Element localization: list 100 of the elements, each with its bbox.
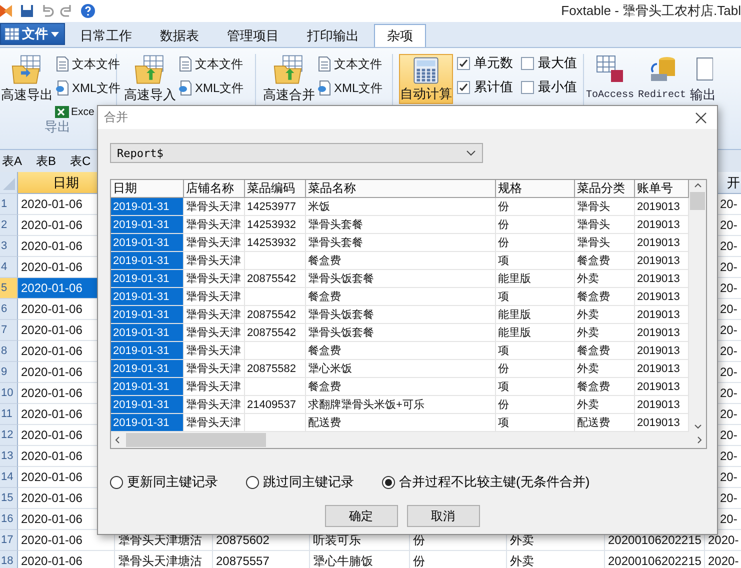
- table-cell: 犟骨头: [575, 216, 635, 234]
- column-header[interactable]: 店铺名称: [184, 180, 245, 198]
- table-cell: 2019013: [635, 360, 689, 378]
- table-cell: 份: [496, 216, 575, 234]
- scroll-thumb[interactable]: [126, 433, 266, 447]
- undo-icon[interactable]: [40, 4, 54, 18]
- sheet-tab[interactable]: 表B: [36, 152, 56, 170]
- ribbon-tab[interactable]: 管理项目: [214, 24, 292, 47]
- merge-option[interactable]: 合并过程不比较主键(无条件合并): [382, 473, 590, 491]
- table-cell: 2019013: [635, 414, 689, 432]
- row-number: 2: [0, 215, 18, 236]
- table-cell: 求翻牌犟骨头米饭+可乐: [306, 396, 496, 414]
- ribbon-button[interactable]: 输出: [688, 54, 718, 149]
- ok-button[interactable]: 确定: [324, 505, 398, 527]
- table-cell: 犟骨头天津: [184, 270, 245, 288]
- row-number: 7: [0, 320, 18, 341]
- merge-option[interactable]: 跳过同主键记录: [246, 473, 354, 491]
- scroll-thumb[interactable]: [690, 192, 705, 210]
- ribbon-button[interactable]: XML文件: [177, 78, 244, 98]
- dialog-title: 合并: [104, 109, 128, 126]
- document-icon: [54, 80, 70, 96]
- row-number: 17: [0, 530, 18, 551]
- table-cell: 餐盒费: [306, 288, 496, 306]
- table-cell: 2019-01-31: [111, 252, 184, 270]
- ribbon-button[interactable]: 文本文件: [177, 54, 244, 74]
- table-cell: 米饭: [306, 198, 496, 216]
- table-cell: 犟骨头: [575, 234, 635, 252]
- redo-icon[interactable]: [60, 4, 74, 18]
- table-cell: 犟骨头天津: [184, 216, 245, 234]
- ribbon-tab[interactable]: 杂项: [374, 24, 426, 47]
- table-cell: 2019013: [635, 342, 689, 360]
- option-checkbox[interactable]: 最大值: [521, 54, 577, 72]
- table-cell: 2019013: [635, 306, 689, 324]
- table-cell: 犟骨头饭套餐: [306, 270, 496, 288]
- column-header[interactable]: 规格: [496, 180, 575, 198]
- ribbon-tab[interactable]: 数据表: [147, 24, 212, 47]
- save-icon[interactable]: [20, 4, 34, 18]
- ribbon-tab[interactable]: 打印输出: [294, 24, 372, 47]
- chevron-left-icon[interactable]: [115, 436, 120, 444]
- column-header[interactable]: 菜品分类: [575, 180, 635, 198]
- ribbon-tab[interactable]: 日常工作: [67, 24, 145, 47]
- table-cell: 犟骨头天津: [184, 396, 245, 414]
- row-number: 13: [0, 446, 18, 467]
- table-cell: 2019013: [635, 234, 689, 252]
- option-checkbox[interactable]: 累计值: [457, 78, 513, 96]
- row-number: 4: [0, 257, 18, 278]
- column-header[interactable]: 菜品名称: [306, 180, 496, 198]
- chevron-down-icon[interactable]: [694, 424, 702, 429]
- table-icon: [5, 28, 19, 40]
- table-cell: 犟骨头天津: [184, 198, 245, 216]
- table-cell: 份: [410, 551, 507, 568]
- option-checkbox[interactable]: 最小值: [521, 78, 577, 96]
- row-number: 1: [0, 194, 18, 215]
- table-cell: 配送费: [575, 414, 635, 432]
- table-cell: 能里版: [496, 270, 575, 288]
- table-cell: 2019-01-31: [111, 216, 184, 234]
- table-cell: 14253977: [245, 198, 306, 216]
- vertical-scrollbar[interactable]: [689, 180, 706, 432]
- table-select[interactable]: Report$: [110, 143, 483, 163]
- ribbon-button[interactable]: XML文件: [54, 78, 121, 98]
- check-icon: [459, 82, 468, 92]
- table-cell: 2019013: [635, 288, 689, 306]
- table-cell: 外卖: [575, 396, 635, 414]
- table-cell: 配送费: [306, 414, 496, 432]
- close-icon: [695, 112, 707, 124]
- horizontal-scrollbar[interactable]: [111, 432, 706, 448]
- ribbon-button[interactable]: 文本文件: [54, 54, 121, 74]
- document-icon: [177, 80, 193, 96]
- table-cell: 犟骨头天津: [184, 324, 245, 342]
- column-header[interactable]: 日期: [111, 180, 184, 198]
- file-menu-button[interactable]: 文件: [0, 23, 65, 45]
- ribbon-button[interactable]: 高速导出: [0, 54, 54, 104]
- table-cell: 2019-01-31: [111, 198, 184, 216]
- table-cell: 犟骨头饭套餐: [306, 324, 496, 342]
- table-cell: 20875542: [245, 324, 306, 342]
- chevron-up-icon[interactable]: [694, 183, 702, 188]
- sheet-tab[interactable]: 表A: [2, 152, 22, 170]
- table-export-icon: [595, 54, 625, 84]
- document-icon: [54, 56, 70, 72]
- ribbon-button[interactable]: XML文件: [316, 78, 383, 98]
- chevron-right-icon[interactable]: [697, 436, 702, 444]
- check-icon: [459, 58, 468, 68]
- option-checkbox[interactable]: 单元数: [457, 54, 513, 72]
- table-cell: 2019013: [635, 396, 689, 414]
- column-header[interactable]: 菜品编码: [245, 180, 306, 198]
- ribbon-button[interactable]: 高速合并: [262, 54, 316, 104]
- ribbon-button[interactable]: 高速导入: [123, 54, 177, 104]
- table-cell: 2019-01-31: [111, 234, 184, 252]
- column-header[interactable]: 账单号: [635, 180, 689, 198]
- row-number: 18: [0, 551, 18, 568]
- row-number: 16: [0, 509, 18, 530]
- ribbon-button[interactable]: 文本文件: [316, 54, 383, 74]
- cancel-button[interactable]: 取消: [406, 505, 480, 527]
- table-cell: 餐盒费: [306, 252, 496, 270]
- table-cell: 14253932: [245, 234, 306, 252]
- table-cell: 餐盒费: [575, 252, 635, 270]
- auto-calc-button[interactable]: 自动计算: [399, 54, 453, 104]
- help-icon[interactable]: [80, 3, 96, 19]
- sheet-tab[interactable]: 表C: [70, 152, 91, 170]
- row-number: 8: [0, 341, 18, 362]
